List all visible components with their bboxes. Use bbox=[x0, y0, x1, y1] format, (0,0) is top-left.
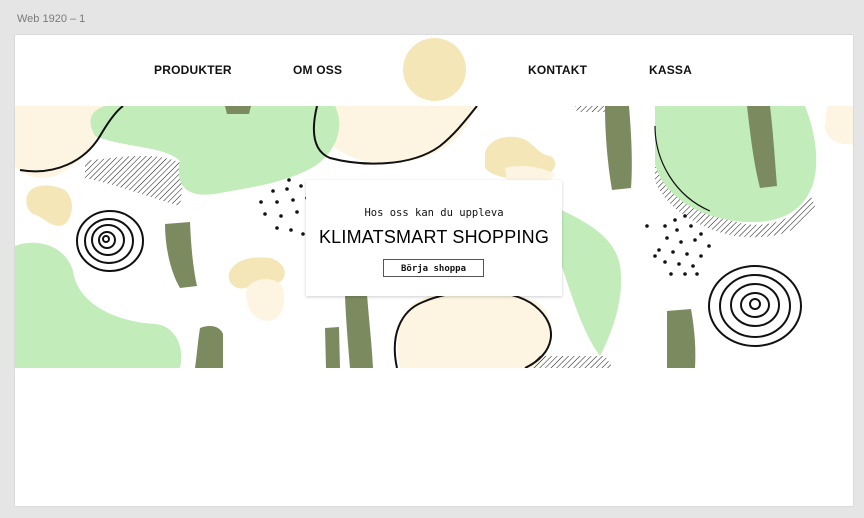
nav-kontakt[interactable]: KONTAKT bbox=[528, 63, 587, 77]
logo-circle[interactable] bbox=[403, 38, 466, 101]
artboard-web-1920: PRODUKTER OM OSS KONTAKT KASSA Hos oss k… bbox=[15, 35, 853, 506]
hero-banner: Hos oss kan du uppleva KLIMATSMART SHOPP… bbox=[15, 106, 853, 368]
nav-kassa[interactable]: KASSA bbox=[649, 63, 692, 77]
nav-produkter[interactable]: PRODUKTER bbox=[154, 63, 232, 77]
nav-om-oss[interactable]: OM OSS bbox=[293, 63, 342, 77]
hero-subtitle: Hos oss kan du uppleva bbox=[364, 207, 504, 219]
hero-title: KLIMATSMART SHOPPING bbox=[318, 227, 550, 247]
borja-shoppa-button[interactable]: Börja shoppa bbox=[383, 259, 484, 277]
empty-content-area bbox=[15, 368, 853, 506]
artboard-label: Web 1920 – 1 bbox=[17, 13, 86, 25]
hero-card: Hos oss kan du uppleva KLIMATSMART SHOPP… bbox=[306, 180, 562, 296]
